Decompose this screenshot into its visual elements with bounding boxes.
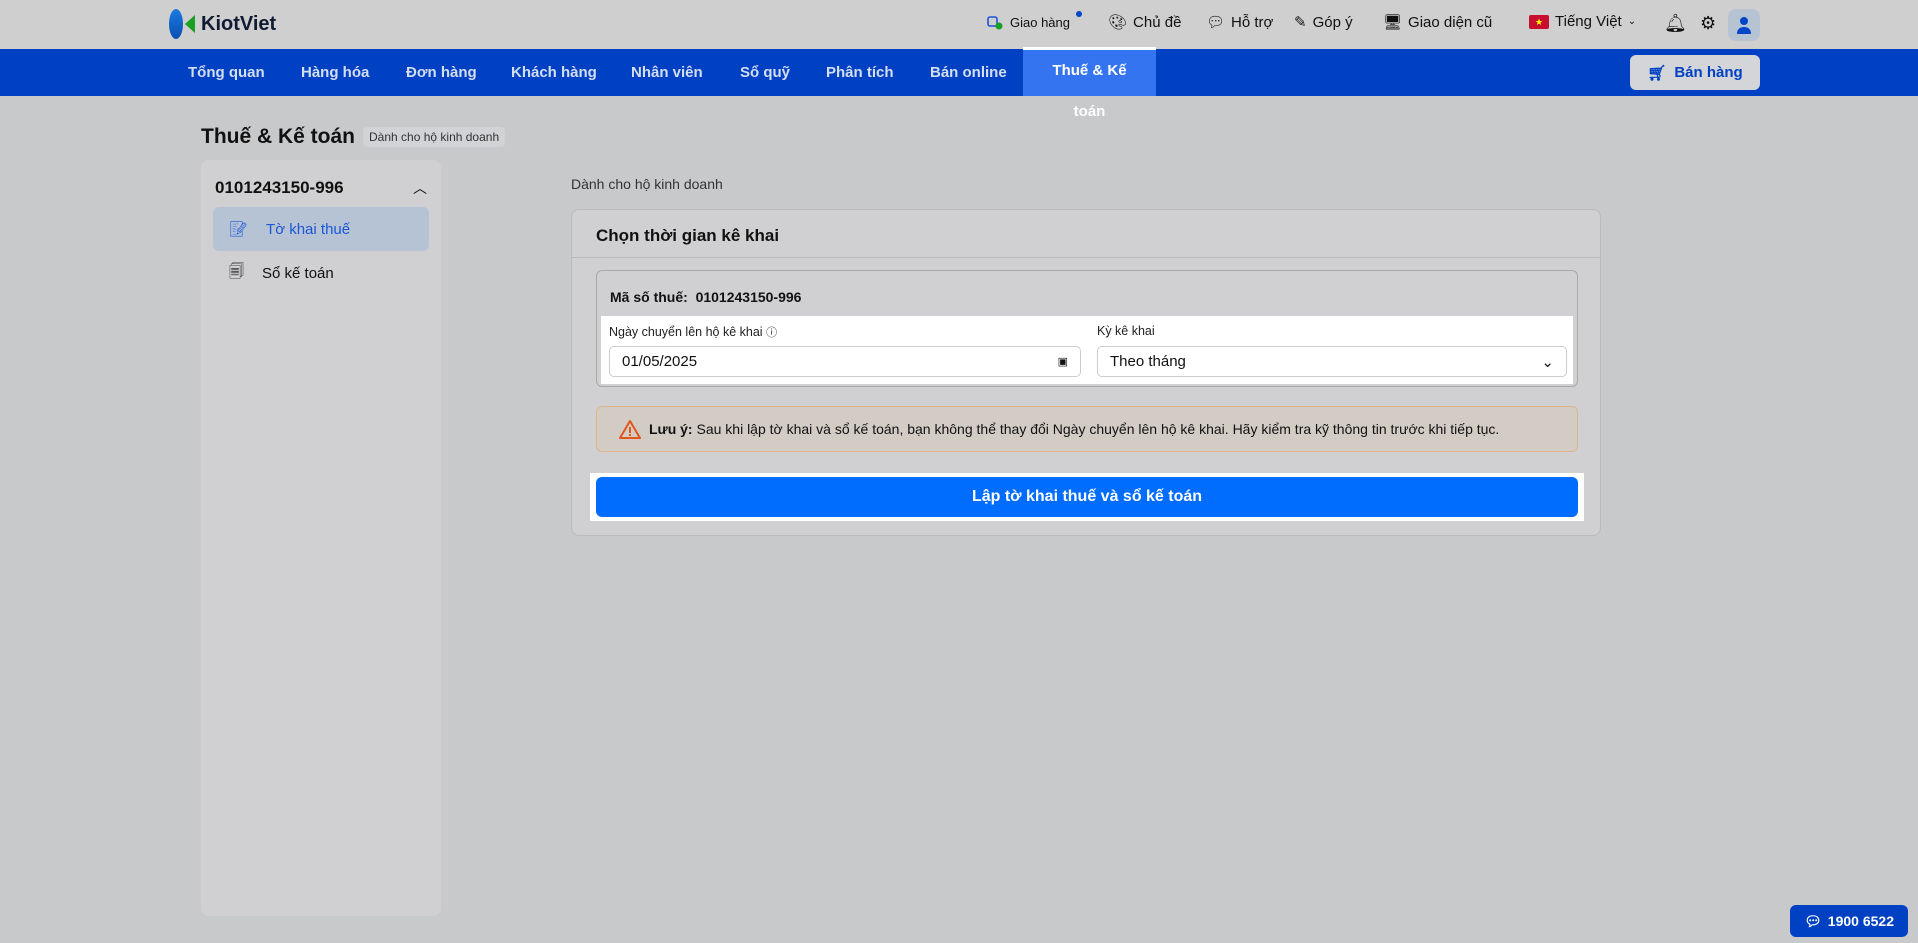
sell-button[interactable]: 🛒︎ Bán hàng: [1630, 55, 1760, 90]
theme-link[interactable]: 🎨︎ Chủ đề: [1108, 13, 1182, 32]
hotline-button[interactable]: 💬︎ 1900 6522: [1790, 905, 1908, 937]
logo-text: KiotViet: [201, 12, 277, 35]
logo[interactable]: KiotViet: [169, 9, 276, 39]
language-select[interactable]: ★ Tiếng Việt ⌄: [1529, 13, 1636, 30]
sidebar-item-label: Sổ kế toán: [262, 264, 334, 282]
date-value: 01/05/2025: [622, 353, 698, 370]
bell-icon[interactable]: 🔔︎: [1664, 13, 1687, 34]
tax-code-value: 0101243150-996: [695, 289, 802, 305]
cart-icon: 🛒︎: [1647, 64, 1667, 82]
nav-overview[interactable]: Tổng quan: [188, 49, 265, 96]
submit-area: Lập tờ khai thuế và sổ kế toán: [590, 473, 1584, 521]
nav-online-sales[interactable]: Bán online: [930, 49, 1007, 96]
hotline-number: 1900 6522: [1827, 913, 1894, 929]
chat-icon: 💬︎: [1804, 912, 1822, 929]
truck-icon: [987, 16, 1003, 30]
avatar[interactable]: [1728, 9, 1760, 41]
support-label: Hỗ trợ: [1231, 13, 1274, 31]
tax-code: Mã số thuế: 0101243150-996: [610, 289, 801, 305]
form-row: Ngày chuyển lên hộ kê khai ⓘ 01/05/2025 ▣…: [601, 316, 1573, 384]
old-ui-label: Giao diện cũ: [1408, 13, 1493, 31]
chevron-down-icon: ⌄: [1541, 353, 1554, 371]
breadcrumb: Dành cho hộ kinh doanh: [571, 176, 723, 192]
date-input[interactable]: 01/05/2025 ▣: [609, 346, 1081, 377]
info-icon[interactable]: ⓘ: [766, 327, 777, 339]
warning-text: Sau khi lập tờ khai và sổ kế toán, bạn k…: [696, 421, 1500, 437]
book-icon: 🗐: [229, 262, 244, 280]
chevron-up-icon[interactable]: ︿: [413, 178, 427, 198]
tax-code-label: Mã số thuế:: [610, 289, 688, 305]
vietnam-flag-icon: ★: [1529, 14, 1549, 29]
sidebar-item-label: Tờ khai thuế: [266, 220, 351, 238]
warning-notice: Lưu ý: Sau khi lập tờ khai và sổ kế toán…: [596, 406, 1578, 452]
page-header: Thuế & Kế toán Dành cho hộ kinh doanh: [201, 125, 506, 149]
date-label: Ngày chuyển lên hộ kê khai ⓘ: [609, 324, 777, 340]
date-label-text: Ngày chuyển lên hộ kê khai: [609, 325, 763, 339]
sidebar-item-accounting-book[interactable]: 🗐 Sổ kế toán: [213, 251, 429, 295]
create-declaration-button[interactable]: Lập tờ khai thuế và sổ kế toán: [596, 477, 1578, 517]
support-link[interactable]: 💬︎ Hỗ trợ: [1206, 13, 1274, 32]
theme-label: Chủ đề: [1133, 13, 1182, 31]
sidebar: 0101243150-996 ︿ 📝︎ Tờ khai thuế 🗐 Sổ kế t…: [201, 160, 441, 916]
language-label: Tiếng Việt: [1555, 13, 1622, 30]
page-badge: Dành cho hộ kinh doanh: [363, 127, 506, 147]
delivery-link[interactable]: Giao hàng: [986, 11, 1082, 31]
chat-bubble-icon: 💬︎: [1206, 14, 1226, 31]
warning-title: Lưu ý:: [649, 421, 693, 437]
delivery-label: Giao hàng: [1010, 14, 1070, 30]
card-title: Chọn thời gian kê khai: [572, 210, 1600, 258]
monitor-icon: 🖥︎: [1383, 14, 1403, 31]
nav-cashbook[interactable]: Sổ quỹ: [740, 49, 790, 96]
account-id: 0101243150-996: [215, 178, 344, 197]
nav-tax-accounting[interactable]: Thuế & Kế toán: [1023, 47, 1156, 120]
calendar-icon[interactable]: ▣: [1058, 355, 1068, 368]
nav-customers[interactable]: Khách hàng: [511, 49, 597, 96]
period-card: Chọn thời gian kê khai Mã số thuế: 01012…: [571, 209, 1601, 536]
user-icon: [1737, 17, 1751, 34]
nav-analytics[interactable]: Phân tích: [826, 49, 894, 96]
nav-employees[interactable]: Nhân viên: [631, 49, 703, 96]
tax-info-box: Mã số thuế: 0101243150-996 Ngày chuyển l…: [596, 270, 1578, 387]
top-bar: KiotViet Giao hàng 🎨︎ Chủ đề 💬︎ Hỗ trợ ✎ Gó…: [0, 0, 1918, 49]
palette-icon: 🎨︎: [1108, 14, 1128, 31]
old-ui-link[interactable]: 🖥︎ Giao diện cũ: [1383, 13, 1493, 32]
nav-orders[interactable]: Đơn hàng: [406, 49, 477, 96]
feedback-link[interactable]: ✎ Góp ý: [1294, 13, 1353, 32]
warning-icon: [619, 420, 641, 439]
chevron-down-icon: ⌄: [1627, 16, 1637, 27]
feedback-label: Góp ý: [1312, 13, 1353, 31]
page-title: Thuế & Kế toán: [201, 125, 356, 148]
sell-label: Bán hàng: [1674, 64, 1743, 81]
nav-products[interactable]: Hàng hóa: [301, 49, 369, 96]
period-select[interactable]: Theo tháng ⌄: [1097, 346, 1567, 377]
feedback-icon: ✎: [1294, 14, 1307, 31]
period-value: Theo tháng: [1110, 353, 1186, 370]
period-label: Kỳ kê khai: [1097, 324, 1155, 338]
edit-document-icon: 📝︎: [229, 221, 249, 238]
gear-icon[interactable]: ⚙: [1700, 13, 1716, 34]
sidebar-item-tax-declaration[interactable]: 📝︎ Tờ khai thuế: [213, 207, 429, 251]
